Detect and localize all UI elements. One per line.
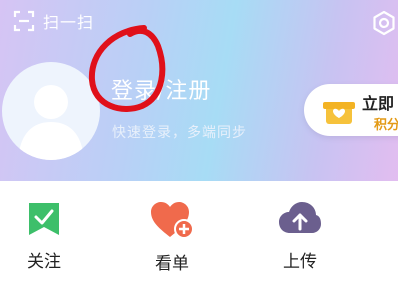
follow-button[interactable]: 关注: [12, 201, 76, 272]
watchlist-button[interactable]: 看单: [140, 201, 204, 274]
scan-button[interactable]: 扫一扫: [13, 9, 94, 33]
promo-sub-label: 积分: [374, 118, 398, 133]
heart-plus-icon: [151, 202, 194, 239]
settings-button[interactable]: [371, 10, 397, 40]
points-promo-button[interactable]: 立即 积分: [304, 84, 398, 136]
gear-icon: [373, 10, 395, 36]
scan-icon: [13, 10, 35, 32]
upload-button[interactable]: 上传: [268, 201, 332, 272]
login-subtitle: 快速登录，多端同步: [112, 125, 247, 141]
profile-header: 扫一扫 登录/注册 快速登录，多端同步 立即 积分: [0, 0, 398, 181]
watchlist-label: 看单: [155, 254, 189, 274]
promo-main-label: 立即: [362, 94, 395, 113]
follow-label: 关注: [27, 252, 61, 272]
cloud-upload-icon: [279, 202, 321, 233]
upload-label: 上传: [283, 252, 317, 272]
bookmark-check-icon: [29, 203, 59, 235]
red-annotation-circle: [88, 25, 166, 112]
quick-actions-bar: 关注 看单 上传: [0, 181, 398, 285]
gift-icon: [323, 102, 355, 124]
